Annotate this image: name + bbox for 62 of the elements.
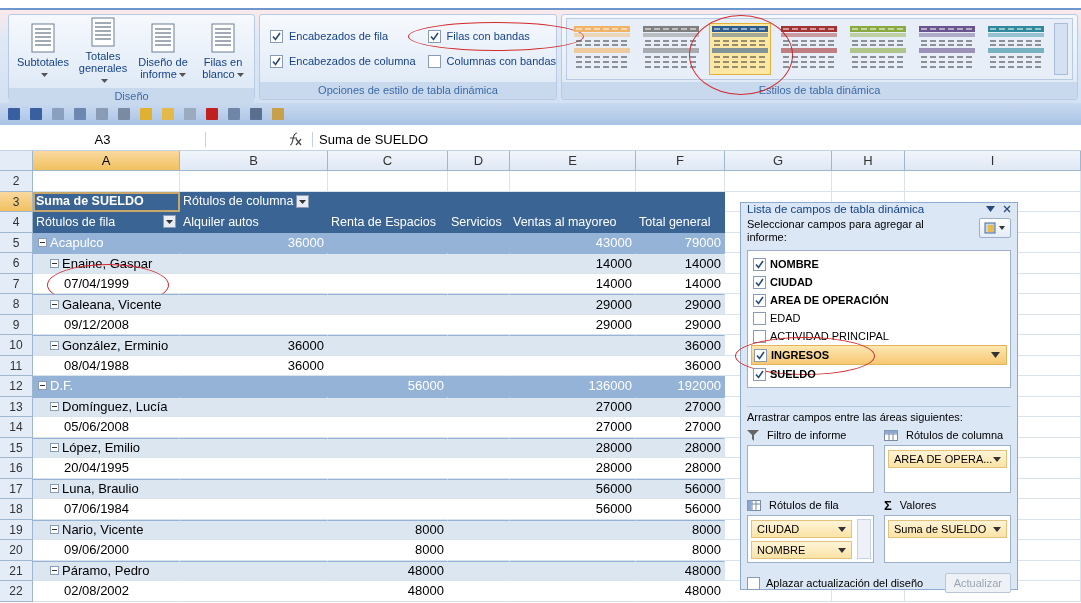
row-label: 07/04/1999 [64,275,130,291]
column-labels-heading: Rótulos de columna [183,194,294,209]
area-title: Rótulos de fila [769,499,839,511]
table-cell: 28000 [636,437,725,458]
table-cell: 14000 [510,253,636,274]
table-cell: 29000 [636,294,725,315]
group-label: Estilos de tabla dinámica [562,82,1077,99]
group-label: Diseño [9,88,254,105]
column-heading: Alquiler autos [180,212,328,233]
chip-label: NOMBRE [757,544,806,556]
row-label: 07/06/1984 [64,501,130,517]
table-cell: 8000 [636,519,725,540]
column-heading: Total general [636,212,725,233]
table-cell: 36000 [180,232,328,253]
table-cell: 8000 [328,519,448,540]
table-cell: 56000 [636,478,725,499]
area-title: Filtro de informe [767,429,847,441]
table-cell: 56000 [328,376,448,397]
table-cell: 136000 [510,376,636,397]
row-label: Luna, Braulio [62,481,139,497]
column-heading: Servicios [448,212,510,233]
row-labels-heading: Rótulos de fila [36,214,116,229]
table-cell: 36000 [636,335,725,356]
column-heading: Ventas al mayoreo [510,212,636,233]
row-label: Enaine, Gaspar [62,255,153,271]
instruction-text: Arrastrar campos entre las áreas siguientes: [747,406,1011,423]
pane-title: Lista de campos de tabla dinámica [747,203,926,215]
group-label: Opciones de estilo de tabla dinámica [260,82,556,99]
table-cell: 192000 [636,376,725,397]
table-cell: 56000 [510,478,636,499]
chip-label: AREA DE OPERA... [894,453,993,465]
table-cell: 79000 [636,232,725,253]
table-cell: 36000 [180,335,328,356]
sigma-symbol: Σ [884,497,892,513]
column-heading: Renta de Espacios [328,212,448,233]
row-label: López, Emilio [62,440,141,456]
table-cell: 29000 [510,294,636,315]
row-label: 09/06/2000 [64,542,130,558]
row-label: 09/12/2008 [64,316,130,332]
chip-label: CIUDAD [757,523,800,535]
table-cell: 14000 [636,253,725,274]
instruction-text: Seleccionar campos para agregar al informe: [747,218,925,244]
chip-label: Suma de SUELDO [894,523,987,535]
row-label: Páramo, Pedro [62,563,150,579]
row-label: Galeana, Vicente [62,296,162,312]
table-cell: 28000 [510,437,636,458]
row-label: Nario, Vicente [62,522,144,538]
table-cell: 27000 [510,396,636,417]
row-label: González, Erminio [62,337,169,353]
row-label: 02/08/2002 [64,583,130,599]
row-label: 08/04/1988 [64,357,130,373]
table-cell: 48000 [328,560,448,581]
row-label: D.F. [50,378,74,394]
table-cell: 27000 [636,396,725,417]
area-title: Valores [899,499,937,511]
row-label: 05/06/2008 [64,419,130,435]
area-title: Rótulos de columna [906,429,1004,441]
table-cell: 48000 [636,560,725,581]
row-label: Acapulco [50,234,104,250]
table-cell: 43000 [510,232,636,253]
row-label: Domínguez, Lucía [62,399,168,415]
row-label: 20/04/1995 [64,460,130,476]
